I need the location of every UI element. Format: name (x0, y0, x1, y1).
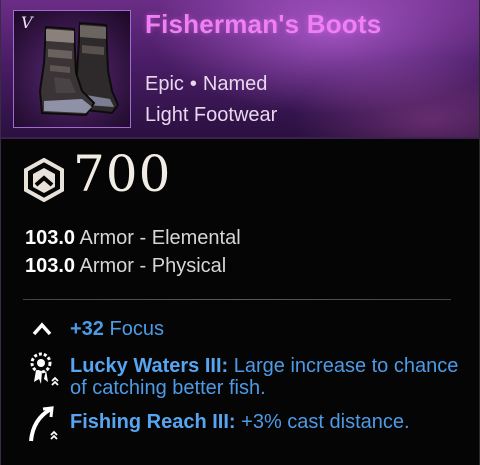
perk-lucky-waters: Lucky Waters III: Large increase to chan… (70, 355, 465, 399)
gear-score-hexagon-icon (24, 158, 64, 202)
separator-dot: • (189, 73, 197, 95)
rarity-line: Epic • Named (145, 73, 267, 96)
perk-name: Fishing Reach III: (70, 411, 236, 433)
stat-value: 103.0 (25, 255, 76, 277)
item-image-frame: V (13, 10, 131, 128)
perk-name: Lucky Waters III: (70, 355, 229, 377)
attribute-value: +32 (70, 318, 104, 340)
stat-value: 103.0 (25, 227, 76, 249)
chevron-up-icon (32, 322, 52, 336)
attribute-label: Focus (109, 318, 164, 340)
item-tooltip: V Fisherman's Boots Epic • Named Light Foo… (0, 0, 480, 465)
item-name: Fisherman's Boots (145, 9, 382, 39)
rarity-label: Epic (145, 73, 184, 95)
armor-elemental-stat: 103.0 Armor - Elemental (25, 227, 241, 250)
item-category: Light Footwear (145, 104, 278, 126)
fishing-reach-perk-icon (29, 406, 58, 442)
tooltip-header: V Fisherman's Boots Epic • Named Light Foo… (1, 0, 479, 139)
perk-fishing-reach: Fishing Reach III: +3% cast distance. (70, 411, 465, 433)
lucky-waters-perk-icon (30, 352, 59, 386)
gear-score-value: 700 (73, 145, 172, 203)
armor-physical-stat: 103.0 Armor - Physical (25, 255, 226, 278)
perk-description: +3% cast distance. (241, 411, 410, 433)
leather-boots-icon (38, 21, 120, 117)
focus-attribute: +32 Focus (70, 318, 164, 341)
section-divider (23, 299, 451, 300)
named-label: Named (202, 73, 268, 95)
stat-label: Armor - Elemental (79, 227, 241, 249)
stat-label: Armor - Physical (79, 255, 227, 277)
tier-label: V (21, 13, 33, 32)
